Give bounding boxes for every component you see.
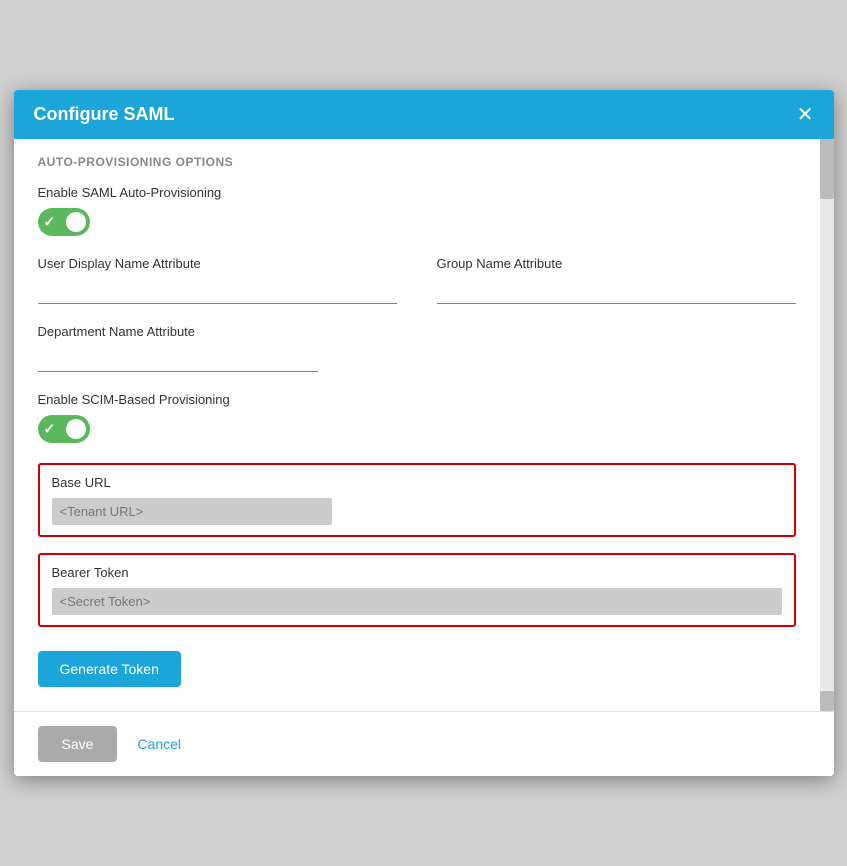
base-url-input[interactable] <box>52 498 332 525</box>
group-name-input[interactable] <box>437 279 796 304</box>
enable-scim-toggle[interactable]: ✓ <box>38 415 90 443</box>
department-name-input[interactable] <box>38 347 318 372</box>
user-display-name-input[interactable] <box>38 279 397 304</box>
department-name-group: Department Name Attribute <box>38 324 796 372</box>
cancel-button[interactable]: Cancel <box>133 726 185 762</box>
name-attributes-group: User Display Name Attribute Group Name A… <box>38 256 796 304</box>
scrollbar-track[interactable] <box>820 139 834 711</box>
scim-toggle-track: ✓ <box>38 415 90 443</box>
department-name-label: Department Name Attribute <box>38 324 796 339</box>
auto-provisioning-section: AUTO-PROVISIONING OPTIONS Enable SAML Au… <box>14 139 820 711</box>
name-attributes-row: User Display Name Attribute Group Name A… <box>38 256 796 304</box>
modal-body: AUTO-PROVISIONING OPTIONS Enable SAML Au… <box>14 139 834 711</box>
close-button[interactable]: ✕ <box>797 105 814 125</box>
enable-scim-group: Enable SCIM-Based Provisioning ✓ <box>38 392 796 443</box>
scrollbar-thumb[interactable] <box>820 139 834 199</box>
enable-saml-label: Enable SAML Auto-Provisioning <box>38 185 796 200</box>
modal-footer: Save Cancel <box>14 711 834 776</box>
modal-title: Configure SAML <box>34 104 175 125</box>
modal-header: Configure SAML ✕ <box>14 90 834 139</box>
save-button[interactable]: Save <box>38 726 118 762</box>
group-name-label: Group Name Attribute <box>437 256 796 271</box>
enable-saml-toggle-container: ✓ <box>38 208 796 236</box>
base-url-box: Base URL <box>38 463 796 537</box>
modal-overlay: Configure SAML ✕ AUTO-PROVISIONING OPTIO… <box>0 0 847 866</box>
group-name-col: Group Name Attribute <box>437 256 796 304</box>
enable-saml-toggle[interactable]: ✓ <box>38 208 90 236</box>
enable-scim-toggle-container: ✓ <box>38 415 796 443</box>
bearer-token-box: Bearer Token <box>38 553 796 627</box>
scrollbar-thumb-bottom[interactable] <box>820 691 834 711</box>
scim-toggle-check-icon: ✓ <box>44 421 56 438</box>
toggle-track: ✓ <box>38 208 90 236</box>
enable-saml-group: Enable SAML Auto-Provisioning ✓ <box>38 185 796 236</box>
scim-toggle-thumb <box>66 419 86 439</box>
base-url-label: Base URL <box>52 475 782 490</box>
section-title: AUTO-PROVISIONING OPTIONS <box>38 155 796 169</box>
toggle-check-icon: ✓ <box>44 214 56 231</box>
bearer-token-label: Bearer Token <box>52 565 782 580</box>
user-display-name-col: User Display Name Attribute <box>38 256 397 304</box>
generate-token-button[interactable]: Generate Token <box>38 651 181 687</box>
bearer-token-input[interactable] <box>52 588 782 615</box>
enable-scim-label: Enable SCIM-Based Provisioning <box>38 392 796 407</box>
user-display-name-label: User Display Name Attribute <box>38 256 397 271</box>
toggle-thumb <box>66 212 86 232</box>
configure-saml-modal: Configure SAML ✕ AUTO-PROVISIONING OPTIO… <box>14 90 834 776</box>
